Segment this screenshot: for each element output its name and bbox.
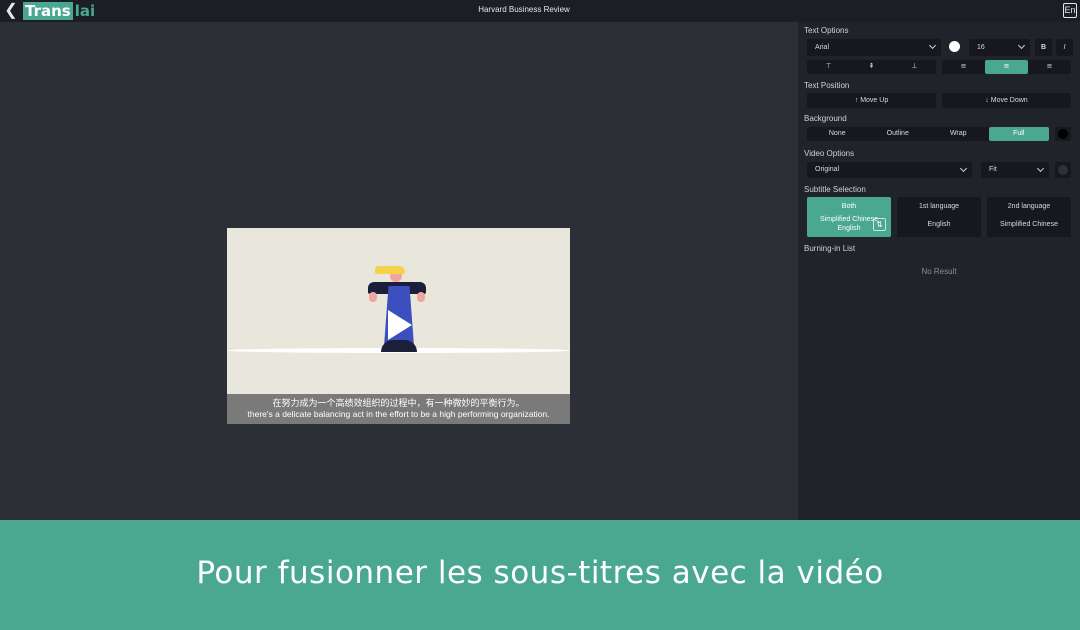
title-bar: ❮ Trans lai Harvard Business Review En bbox=[0, 0, 1080, 22]
empty-state: No Result bbox=[921, 267, 957, 276]
align-center-icon[interactable]: ≡ bbox=[985, 60, 1028, 74]
window-title: Harvard Business Review bbox=[478, 5, 570, 14]
align-middle-icon[interactable]: ⇞ bbox=[850, 60, 893, 74]
background-color-swatch bbox=[1058, 129, 1068, 139]
video-ratio-select[interactable]: Original bbox=[807, 162, 972, 178]
second-label: 2nd language bbox=[1007, 203, 1051, 210]
move-up-button[interactable]: ↑ Move Up bbox=[807, 93, 936, 108]
first-value: English bbox=[927, 221, 951, 228]
font-select[interactable]: Arial bbox=[807, 39, 941, 56]
subtitle-chinese: 在努力成为一个高绩效组织的过程中，有一种微妙的平衡行为。 bbox=[272, 398, 525, 408]
vertical-align-group: ⊤ ⇞ ⊥ bbox=[807, 60, 936, 74]
swap-icon[interactable]: ⇅ bbox=[873, 218, 886, 231]
video-fit-value: Fit bbox=[989, 166, 997, 173]
figure-hand-right bbox=[417, 292, 425, 302]
burning-list-title: Burning-in List bbox=[804, 244, 856, 253]
chevron-down-icon bbox=[1036, 164, 1045, 173]
video-options-title: Video Options bbox=[804, 149, 855, 158]
text-options-title: Text Options bbox=[804, 26, 849, 35]
horizontal-align-group: ≡ ≡ ≡ bbox=[942, 60, 1071, 74]
figure-base bbox=[381, 340, 417, 352]
video-ratio-value: Original bbox=[815, 166, 840, 173]
text-color-swatch[interactable] bbox=[949, 41, 960, 52]
play-icon[interactable] bbox=[388, 310, 412, 340]
bold-button[interactable]: B bbox=[1035, 39, 1052, 56]
align-right-icon[interactable]: ≡ bbox=[1028, 60, 1071, 74]
background-title: Background bbox=[804, 114, 847, 123]
bg-option-full[interactable]: Full bbox=[988, 127, 1049, 141]
subtitle-option-both[interactable]: Both Simplified Chinese English ⇅ bbox=[807, 197, 891, 237]
chevron-down-icon bbox=[959, 164, 968, 173]
caption-banner: Pour fusionner les sous-titres avec la v… bbox=[0, 520, 1080, 630]
bg-option-none[interactable]: None bbox=[807, 127, 868, 141]
move-down-button[interactable]: ↓ Move Down bbox=[942, 93, 1071, 108]
settings-panel: Text Options Arial 16 B I ⊤ ⇞ ⊥ ≡ ≡ ≡ Te… bbox=[798, 22, 1080, 520]
chevron-down-icon bbox=[1017, 41, 1026, 50]
video-fit-select[interactable]: Fit bbox=[981, 162, 1049, 178]
preview-area: 在努力成为一个高绩效组织的过程中，有一种微妙的平衡行为。 there's a d… bbox=[0, 22, 798, 520]
font-size-select[interactable]: 16 bbox=[969, 39, 1030, 56]
background-color-button[interactable] bbox=[1055, 127, 1071, 141]
language-button[interactable]: En bbox=[1063, 3, 1077, 18]
bg-option-wrap[interactable]: Wrap bbox=[928, 127, 989, 141]
bg-option-outline[interactable]: Outline bbox=[868, 127, 929, 141]
figure-hair bbox=[375, 266, 405, 274]
figure-hand-left bbox=[369, 292, 377, 302]
subtitle-option-first[interactable]: 1st language English bbox=[897, 197, 981, 237]
video-color-button[interactable] bbox=[1055, 162, 1071, 178]
video-color-swatch bbox=[1058, 165, 1068, 175]
subtitle-option-second[interactable]: 2nd language Simplified Chinese bbox=[987, 197, 1071, 237]
first-label: 1st language bbox=[918, 203, 960, 210]
second-value: Simplified Chinese bbox=[1000, 221, 1058, 228]
both-label: Both bbox=[841, 203, 857, 210]
align-bottom-icon[interactable]: ⊥ bbox=[893, 60, 936, 74]
text-position-title: Text Position bbox=[804, 81, 850, 90]
banner-text: Pour fusionner les sous-titres avec la v… bbox=[196, 555, 884, 591]
align-top-icon[interactable]: ⊤ bbox=[807, 60, 850, 74]
chevron-down-icon bbox=[928, 41, 937, 50]
subtitle-overlay: 在努力成为一个高绩效组织的过程中，有一种微妙的平衡行为。 there's a d… bbox=[227, 394, 570, 424]
font-size-value: 16 bbox=[977, 44, 985, 51]
background-options: None Outline Wrap Full bbox=[807, 127, 1049, 141]
italic-button[interactable]: I bbox=[1056, 39, 1073, 56]
video-player[interactable]: 在努力成为一个高绩效组织的过程中，有一种微妙的平衡行为。 there's a d… bbox=[227, 228, 570, 424]
align-left-icon[interactable]: ≡ bbox=[942, 60, 985, 74]
subtitle-selection-title: Subtitle Selection bbox=[804, 185, 866, 194]
subtitle-english: there's a delicate balancing act in the … bbox=[247, 409, 550, 419]
font-value: Arial bbox=[815, 44, 830, 51]
